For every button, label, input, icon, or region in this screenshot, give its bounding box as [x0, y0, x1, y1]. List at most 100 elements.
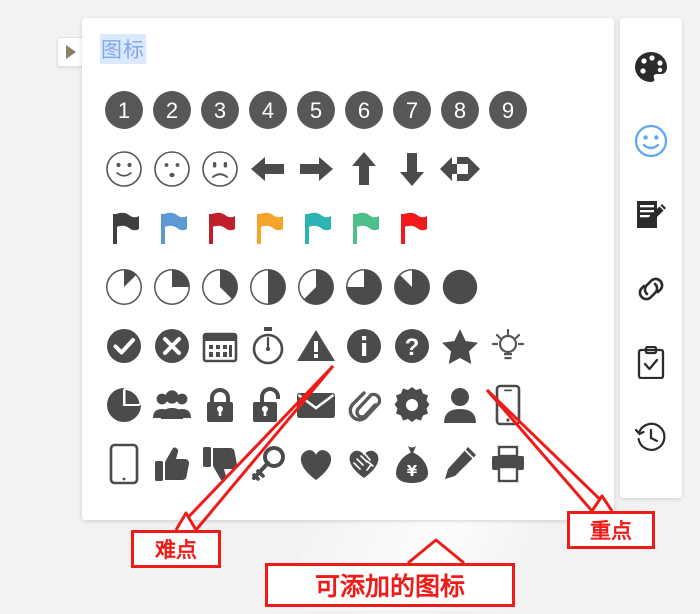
icon-cell[interactable] — [292, 261, 340, 313]
svg-text:¥: ¥ — [407, 462, 418, 480]
icon-cell[interactable]: 7 — [388, 84, 436, 136]
icon-grid: 1 2 3 4 5 6 7 8 9 ? ¥ — [100, 80, 532, 493]
sidebar-item-clipboard[interactable] — [628, 328, 674, 402]
play-triangle-icon — [66, 45, 76, 59]
icon-cell[interactable] — [100, 379, 148, 431]
icon-row-status-symbols: ? — [100, 316, 532, 375]
palette-icon — [634, 51, 668, 88]
icon-cell[interactable] — [148, 143, 196, 195]
annotation-nandian: 难点 — [131, 530, 221, 568]
icon-cell[interactable] — [148, 320, 196, 372]
icon-cell[interactable]: ? — [388, 320, 436, 372]
svg-text:7: 7 — [406, 98, 418, 123]
history-clock-icon — [634, 421, 667, 458]
icon-cell[interactable] — [292, 438, 340, 490]
icon-row-faces-arrows — [100, 139, 532, 198]
notes-edit-icon — [635, 199, 667, 236]
sidebar-item-history[interactable] — [628, 402, 674, 476]
icon-cell[interactable] — [148, 202, 196, 254]
icon-cell[interactable] — [196, 143, 244, 195]
icon-cell[interactable] — [196, 202, 244, 254]
icon-cell[interactable]: 6 — [340, 84, 388, 136]
icon-cell[interactable] — [340, 320, 388, 372]
icon-row-flags — [100, 198, 532, 257]
svg-text:?: ? — [405, 334, 420, 361]
icon-cell[interactable] — [196, 261, 244, 313]
icon-cell[interactable] — [100, 438, 148, 490]
sidebar-item-palette[interactable] — [628, 32, 674, 106]
tool-sidebar — [620, 18, 682, 498]
icon-cell[interactable] — [148, 438, 196, 490]
icon-cell[interactable] — [244, 379, 292, 431]
svg-text:3: 3 — [214, 98, 226, 123]
icon-cell[interactable] — [436, 320, 484, 372]
sidebar-item-link[interactable] — [628, 254, 674, 328]
icon-cell[interactable] — [196, 438, 244, 490]
icon-cell[interactable]: 8 — [436, 84, 484, 136]
icon-cell[interactable] — [340, 143, 388, 195]
icon-cell[interactable] — [388, 143, 436, 195]
link-chain-icon — [634, 273, 668, 310]
sidebar-item-smiley[interactable] — [628, 106, 674, 180]
icon-cell[interactable] — [436, 438, 484, 490]
svg-text:9: 9 — [502, 98, 514, 123]
icon-cell[interactable] — [148, 261, 196, 313]
svg-text:5: 5 — [310, 98, 322, 123]
svg-text:2: 2 — [166, 98, 178, 123]
icon-cell[interactable]: 9 — [484, 84, 532, 136]
icon-row-numbered-circles: 1 2 3 4 5 6 7 8 9 — [100, 80, 532, 139]
icon-cell[interactable]: ¥ — [388, 438, 436, 490]
svg-text:4: 4 — [262, 98, 274, 123]
icon-cell[interactable]: 5 — [292, 84, 340, 136]
icon-row-objects-two: ¥ — [100, 434, 532, 493]
annotation-ketianjia-label: 可添加的图标 — [314, 572, 465, 601]
svg-text:1: 1 — [118, 98, 130, 123]
svg-text:6: 6 — [358, 98, 370, 123]
smiley-icon — [634, 124, 668, 163]
icon-cell[interactable] — [244, 202, 292, 254]
annotation-zhongdian-label: 重点 — [590, 519, 632, 543]
icon-cell[interactable] — [244, 438, 292, 490]
icon-cell[interactable] — [340, 438, 388, 490]
icon-cell[interactable] — [292, 202, 340, 254]
expand-panel-button[interactable] — [57, 37, 85, 67]
icon-cell[interactable] — [100, 320, 148, 372]
icon-cell[interactable] — [436, 143, 484, 195]
annotation-zhongdian: 重点 — [567, 511, 655, 549]
icon-cell[interactable] — [100, 202, 148, 254]
icon-cell[interactable]: 3 — [196, 84, 244, 136]
icon-row-objects-one — [100, 375, 532, 434]
icon-cell[interactable] — [340, 261, 388, 313]
sidebar-item-notes[interactable] — [628, 180, 674, 254]
icon-cell[interactable] — [196, 379, 244, 431]
page-title: 图标 — [100, 34, 146, 64]
clipboard-check-icon — [637, 345, 665, 384]
icon-cell[interactable] — [436, 379, 484, 431]
icon-cell[interactable] — [244, 320, 292, 372]
annotation-nandian-label: 难点 — [155, 538, 197, 562]
icon-cell[interactable] — [196, 320, 244, 372]
annotation-ketianjia: 可添加的图标 — [265, 563, 515, 607]
icon-cell[interactable] — [484, 379, 532, 431]
icon-cell[interactable] — [292, 320, 340, 372]
icon-cell[interactable] — [148, 379, 196, 431]
icon-cell[interactable] — [388, 202, 436, 254]
icon-cell[interactable] — [292, 143, 340, 195]
icon-cell[interactable]: 1 — [100, 84, 148, 136]
icon-cell[interactable] — [388, 261, 436, 313]
icon-cell[interactable] — [436, 261, 484, 313]
icon-panel: 图标 1 2 3 4 5 6 7 8 9 ? ¥ — [82, 18, 614, 520]
icon-cell[interactable] — [100, 261, 148, 313]
icon-cell[interactable]: 2 — [148, 84, 196, 136]
icon-cell[interactable] — [340, 202, 388, 254]
icon-cell[interactable] — [340, 379, 388, 431]
icon-cell[interactable]: 4 — [244, 84, 292, 136]
icon-cell[interactable] — [484, 320, 532, 372]
icon-row-pie-progress — [100, 257, 532, 316]
icon-cell[interactable] — [244, 261, 292, 313]
icon-cell[interactable] — [388, 379, 436, 431]
icon-cell[interactable] — [100, 143, 148, 195]
icon-cell[interactable] — [292, 379, 340, 431]
icon-cell[interactable] — [244, 143, 292, 195]
icon-cell[interactable] — [484, 438, 532, 490]
